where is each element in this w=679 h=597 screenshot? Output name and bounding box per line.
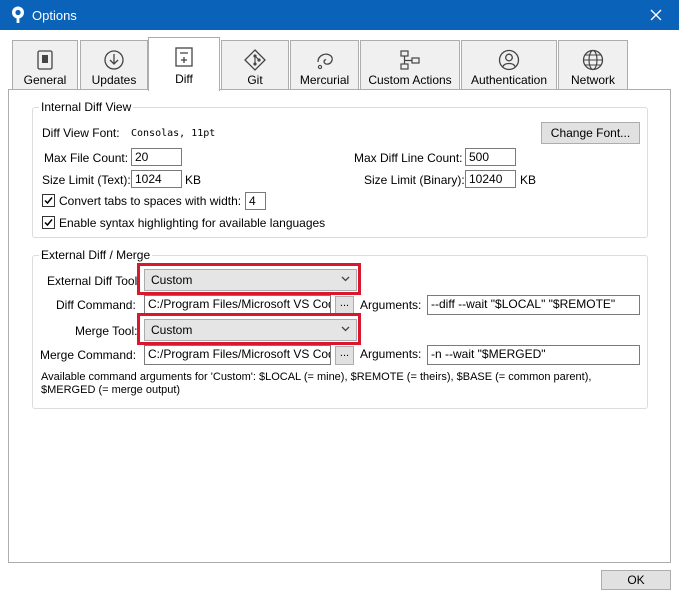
diff-font-label: Diff View Font: (42, 126, 120, 140)
diff-font-value: Consolas, 11pt (131, 128, 216, 139)
highlight-box (137, 263, 361, 295)
external-diff-title: External Diff / Merge (39, 248, 153, 262)
checkmark-icon (44, 219, 53, 227)
internal-diff-title: Internal Diff View (39, 100, 134, 114)
external-diff-tool-label: External Diff Tool: (47, 274, 141, 288)
merge-tool-label: Merge Tool: (75, 324, 138, 338)
size-limit-binary-input[interactable]: 10240 (465, 170, 516, 188)
tab-updates-label: Updates (91, 73, 137, 87)
tab-general-label: General (23, 73, 67, 87)
tab-custom-actions-label: Custom Actions (368, 73, 452, 87)
merge-command-label: Merge Command: (40, 348, 137, 362)
max-file-count-label: Max File Count: (44, 151, 129, 165)
checkmark-icon (44, 197, 53, 205)
diff-arguments-input[interactable]: --diff --wait "$LOCAL" "$REMOTE" (427, 295, 640, 315)
diff-icon (175, 47, 193, 67)
tab-width-input[interactable]: 4 (245, 192, 266, 210)
general-icon (37, 50, 53, 70)
diff-command-label: Diff Command: (56, 298, 136, 312)
highlight-box (137, 313, 361, 345)
git-icon (244, 49, 266, 71)
download-icon (104, 50, 124, 70)
custom-actions-icon (400, 50, 420, 70)
close-icon (650, 9, 662, 21)
tab-mercurial[interactable]: Mercurial (290, 40, 359, 90)
merge-command-input[interactable]: C:/Program Files/Microsoft VS Code/Code.… (144, 345, 331, 365)
tab-authentication[interactable]: Authentication (461, 40, 557, 90)
user-icon (498, 49, 520, 71)
title-bar: Options (0, 0, 679, 30)
tab-updates[interactable]: Updates (80, 40, 148, 90)
diff-settings-panel: Internal Diff View Diff View Font: Conso… (8, 89, 671, 563)
change-font-button[interactable]: Change Font... (541, 122, 640, 144)
help-text-line1: Available command arguments for 'Custom'… (41, 371, 592, 383)
diff-command-input[interactable]: C:/Program Files/Microsoft VS Code/Code.… (144, 295, 331, 315)
tab-git[interactable]: Git (221, 40, 289, 90)
max-line-count-label: Max Diff Line Count: (354, 151, 463, 165)
help-text-line2: $MERGED (= merge output) (41, 384, 181, 396)
max-file-count-input[interactable]: 20 (131, 148, 182, 166)
syntax-highlight-checkbox[interactable] (42, 216, 55, 229)
ok-button[interactable]: OK (601, 570, 671, 590)
size-limit-binary-label: Size Limit (Binary): (364, 173, 465, 187)
merge-arguments-input[interactable]: -n --wait "$MERGED" (427, 345, 640, 365)
merge-command-browse-button[interactable]: ... (335, 346, 354, 365)
tab-diff[interactable]: Diff (148, 37, 220, 91)
size-limit-text-unit: KB (185, 173, 202, 187)
syntax-highlight-label: Enable syntax highlighting for available… (59, 216, 326, 230)
globe-icon (582, 49, 604, 71)
tab-custom-actions[interactable]: Custom Actions (360, 40, 460, 90)
size-limit-binary-unit: KB (520, 173, 537, 187)
diff-arguments-label: Arguments: (360, 298, 422, 312)
convert-tabs-label: Convert tabs to spaces with width: (59, 194, 242, 208)
tab-network-label: Network (570, 73, 615, 87)
tab-authentication-label: Authentication (470, 73, 548, 87)
tab-general[interactable]: General (12, 40, 78, 90)
max-line-count-input[interactable]: 500 (465, 148, 516, 166)
window-title: Options (32, 8, 77, 23)
convert-tabs-checkbox[interactable] (42, 194, 55, 207)
tab-mercurial-label: Mercurial (299, 73, 350, 87)
close-button[interactable] (633, 0, 679, 30)
merge-arguments-label: Arguments: (360, 347, 422, 361)
size-limit-text-label: Size Limit (Text): (42, 173, 131, 187)
size-limit-text-input[interactable]: 1024 (131, 170, 182, 188)
sourcetree-logo-icon (12, 6, 24, 23)
tab-diff-label: Diff (175, 72, 193, 86)
tab-network[interactable]: Network (558, 40, 628, 90)
tab-git-label: Git (247, 73, 263, 87)
mercurial-icon (316, 53, 333, 70)
